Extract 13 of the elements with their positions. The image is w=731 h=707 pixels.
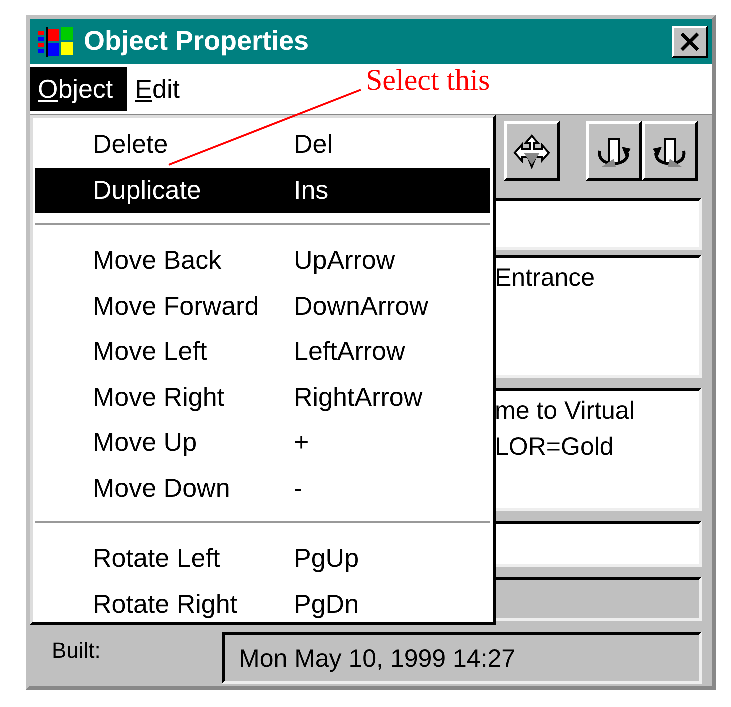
menu-item[interactable]: Delete Del: [35, 122, 490, 168]
menu-bar-item[interactable]: Object: [30, 67, 128, 111]
field-text: LOR=Gold: [495, 433, 615, 463]
field-text: me to Virtual: [495, 397, 636, 427]
built-value: Mon May 10, 1999 14:27: [222, 632, 702, 684]
menu-item[interactable]: Rotate Left PgUp: [35, 536, 490, 582]
field-text: Entrance: [495, 264, 596, 294]
menu-item[interactable]: Rotate Right PgDn: [35, 582, 490, 627]
menu-bar-item[interactable]: Edit: [127, 67, 194, 111]
window-title: Object Properties: [84, 26, 310, 57]
menu-item[interactable]: Duplicate Ins: [35, 168, 490, 213]
built-label: Built:: [51, 637, 102, 664]
annotation-text: Select this: [366, 64, 490, 98]
